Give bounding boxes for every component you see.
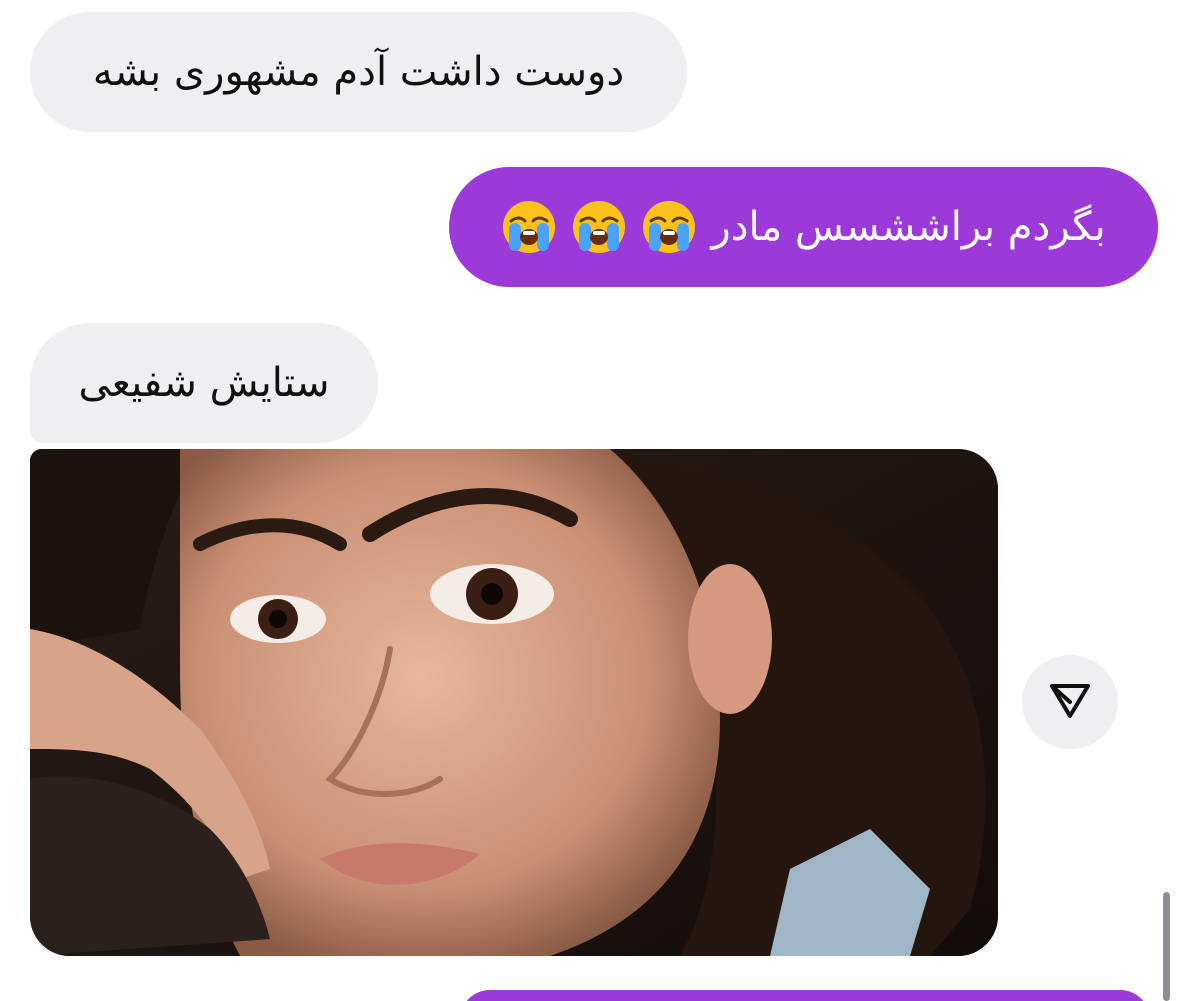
message-bubble-incoming[interactable]: دوست داشت آدم مشهوری بشه xyxy=(30,12,687,132)
loudly-crying-face-icon xyxy=(501,199,557,255)
message-text: دوست داشت آدم مشهوری بشه xyxy=(92,49,625,95)
loudly-crying-face-icon xyxy=(571,199,627,255)
scrollbar[interactable] xyxy=(1163,892,1170,1001)
loudly-crying-face-icon xyxy=(641,199,697,255)
message-bubble-outgoing-partial[interactable] xyxy=(460,990,1150,1001)
message-bubble-outgoing[interactable]: بگردم براششسس مادر xyxy=(449,167,1158,287)
chat-thread: دوست داشت آدم مشهوری بشه بگردم براششسس م… xyxy=(0,0,1182,1001)
message-text: بگردم براششسس مادر xyxy=(711,204,1106,250)
photo-attachment[interactable] xyxy=(30,449,998,956)
portrait-photo xyxy=(30,449,998,956)
message-text: ستایش شفیعی xyxy=(78,360,330,406)
share-icon xyxy=(1046,676,1094,728)
message-bubble-incoming[interactable]: ستایش شفیعی xyxy=(30,323,378,443)
share-button[interactable] xyxy=(1022,655,1118,749)
